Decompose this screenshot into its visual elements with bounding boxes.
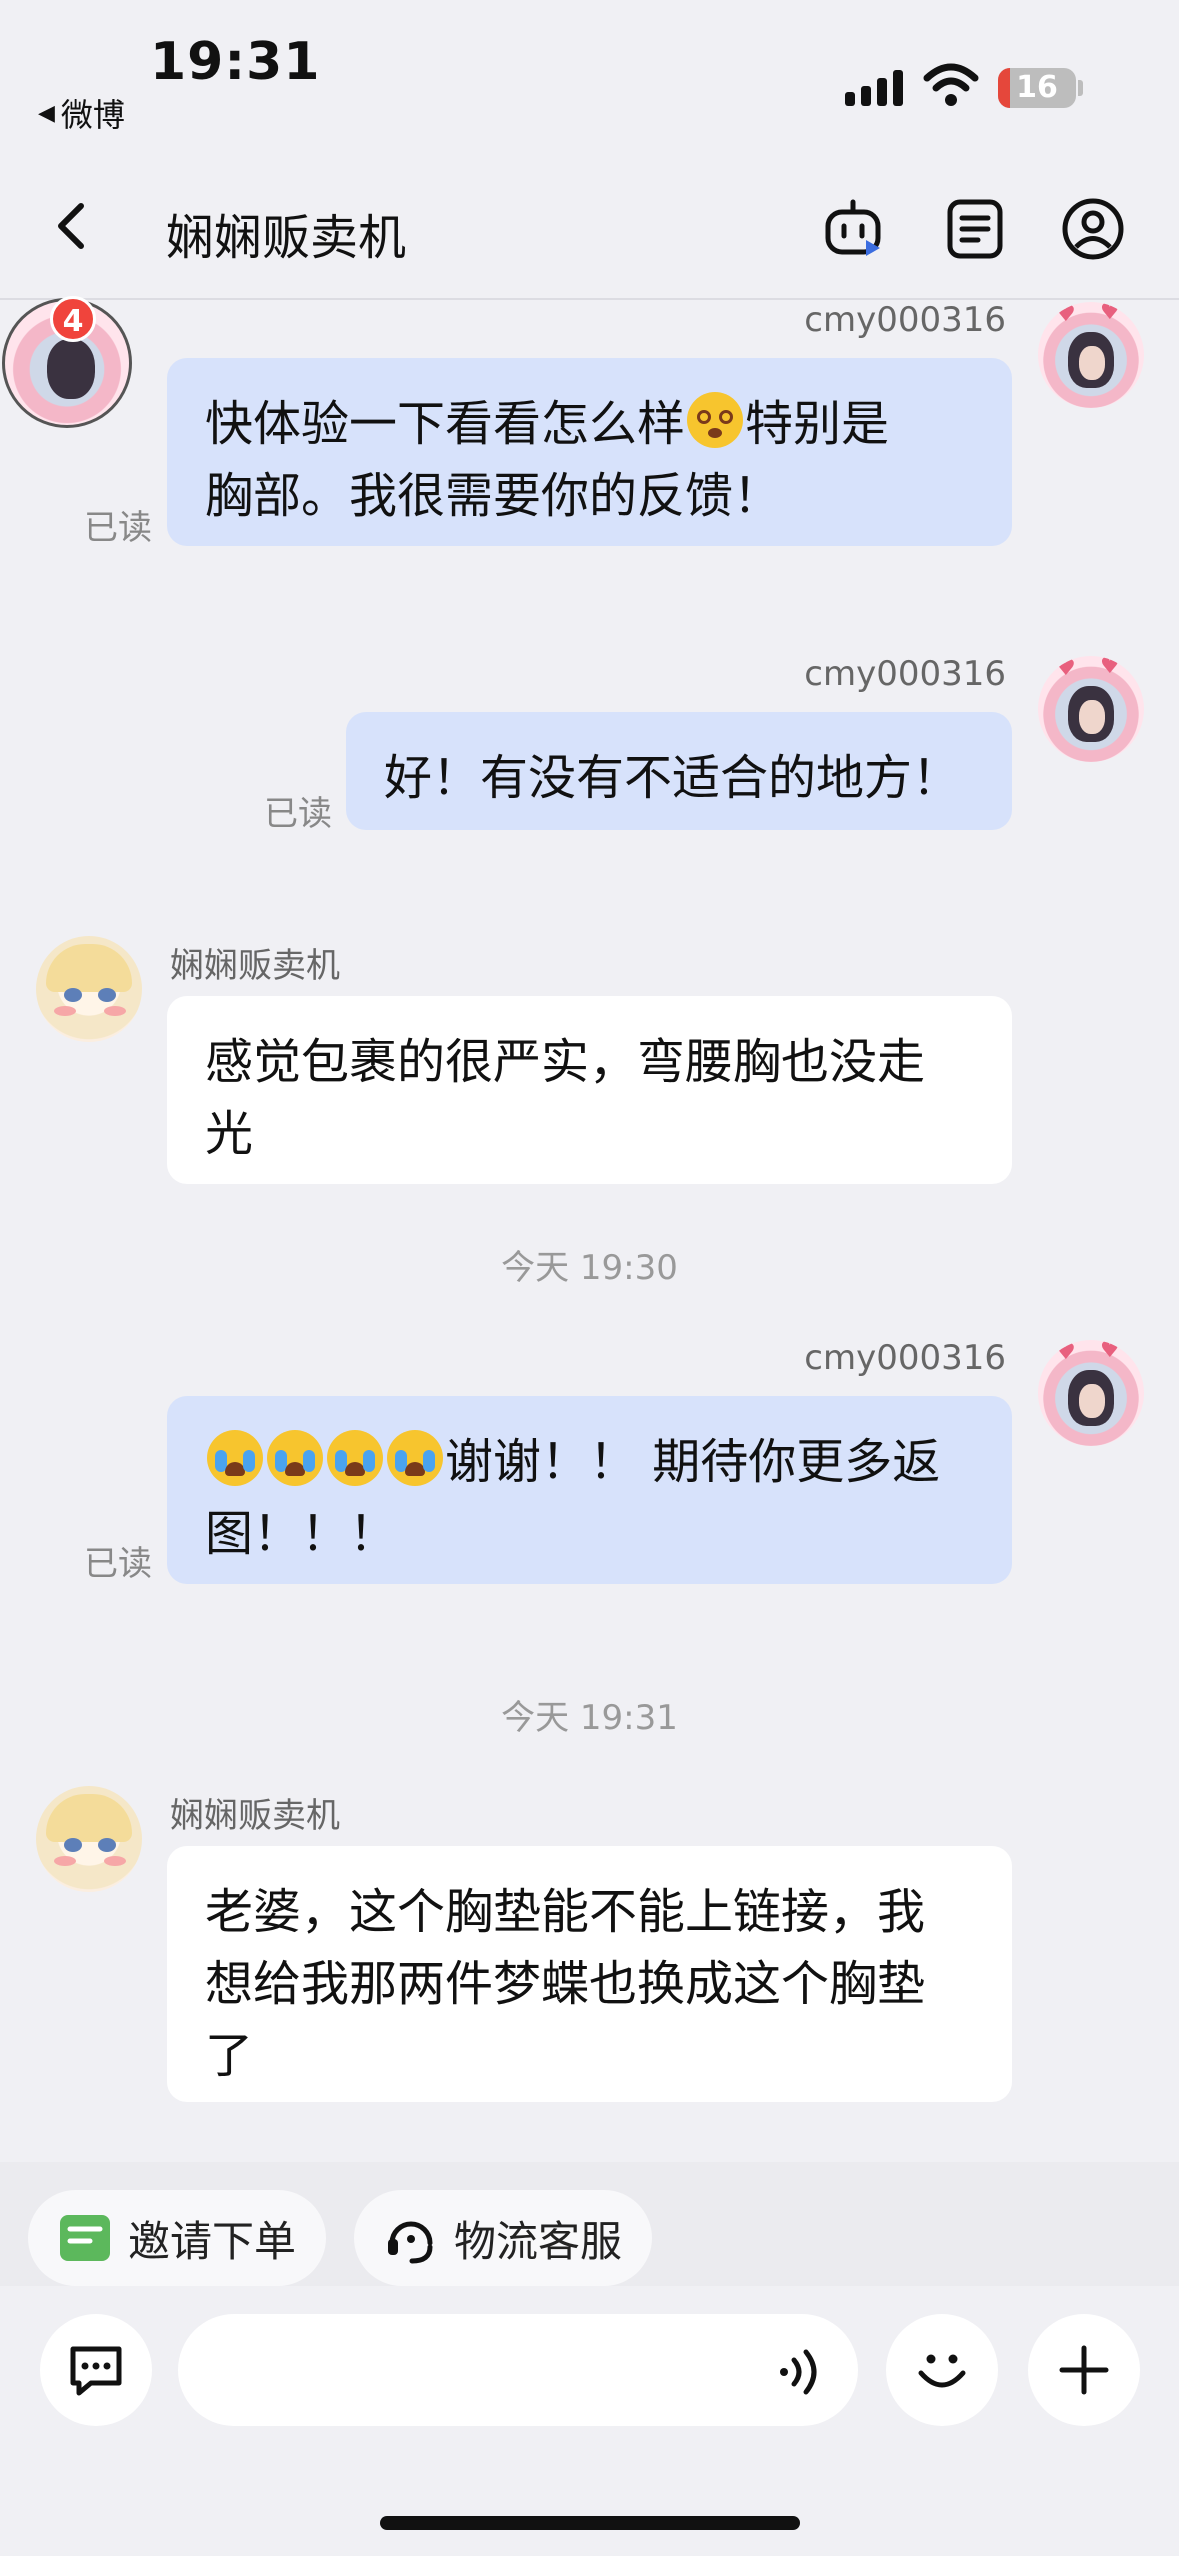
cellular-signal-icon xyxy=(845,66,903,106)
message-bubble[interactable]: 老婆，这个胸垫能不能上链接，我 想给我那两件梦蝶也换成这个胸垫 了 xyxy=(167,1846,1012,2102)
crying-face-emoji-icon xyxy=(387,1430,443,1486)
message-list[interactable]: cmy000316 ♥ ♥ 快体验一下看看怎么样 特别是 胸部。我很需要你的反馈！ … xyxy=(0,300,1179,2162)
order-invite-icon xyxy=(60,2215,110,2261)
sender-name: 娴娴贩卖机 xyxy=(170,1796,340,1836)
self-avatar[interactable]: ♥ ♥ xyxy=(1038,1340,1144,1446)
voice-icon[interactable] xyxy=(774,2346,826,2398)
self-avatar[interactable]: ♥ ♥ xyxy=(1038,302,1144,408)
chip-label: 物流客服 xyxy=(454,2216,623,2266)
read-status: 已读 xyxy=(264,794,332,834)
sender-name: cmy000316 xyxy=(804,654,1006,694)
chat-header: 娴娴贩卖机 xyxy=(0,150,1179,300)
message-line: 光 xyxy=(205,1106,254,1162)
self-avatar[interactable]: ♥ ♥ xyxy=(1038,656,1144,762)
profile-icon[interactable] xyxy=(1060,196,1126,262)
message-bubble[interactable]: 好！有没有不适合的地方！ xyxy=(346,712,1012,830)
message-bubble[interactable]: 谢谢！！ 期待你更多返 图！！！ xyxy=(167,1396,1012,1584)
chip-label: 邀请下单 xyxy=(128,2216,297,2266)
message-line: 感觉包裹的很严实，弯腰胸也没走 xyxy=(205,1034,926,1090)
message-text: 快体验一下看看怎么样 xyxy=(205,396,686,452)
read-status: 已读 xyxy=(84,508,152,548)
dizzy-face-emoji-icon xyxy=(687,392,744,448)
plus-icon xyxy=(1059,2345,1109,2395)
message-text: 特别是 xyxy=(745,396,890,452)
invite-order-button[interactable]: 邀请下单 xyxy=(28,2190,327,2286)
battery-tip xyxy=(1078,80,1083,96)
message-bubble[interactable]: 快体验一下看看怎么样 特别是 胸部。我很需要你的反馈！ xyxy=(167,358,1012,546)
other-avatar[interactable] xyxy=(36,936,142,1042)
quick-action-bar: 邀请下单 物流客服 xyxy=(0,2162,1179,2286)
message-text: 谢谢！！ 期待你更多返 xyxy=(445,1434,941,1490)
message-mode-button[interactable] xyxy=(40,2314,152,2426)
robot-icon[interactable] xyxy=(820,196,886,262)
status-time: 19:31 xyxy=(150,32,321,92)
timestamp: 今天 19:31 xyxy=(501,1698,678,1738)
back-to-app-link[interactable]: ◀ 微博 xyxy=(38,90,125,136)
chevron-left-icon[interactable] xyxy=(45,198,101,254)
message-text: 好！有没有不适合的地方！ xyxy=(384,750,961,806)
message-line: 胸部。我很需要你的反馈！ xyxy=(205,468,782,524)
battery-icon: 16 xyxy=(998,68,1076,108)
emoji-button[interactable] xyxy=(886,2314,998,2426)
read-status: 已读 xyxy=(84,1544,152,1584)
add-button[interactable] xyxy=(1028,2314,1140,2426)
message-line: 快体验一下看看怎么样 特别是 xyxy=(205,388,974,460)
message-line: 想给我那两件梦蝶也换成这个胸垫 xyxy=(205,1956,926,2012)
logistics-service-button[interactable]: 物流客服 xyxy=(354,2190,653,2286)
headset-icon xyxy=(388,2221,433,2264)
chat-title: 娴娴贩卖机 xyxy=(166,210,407,266)
smile-icon xyxy=(918,2354,966,2388)
status-bar: 19:31 ◀ 微博 16 xyxy=(0,0,1179,150)
message-line: 了 xyxy=(205,2028,254,2084)
message-bubble[interactable]: 感觉包裹的很严实，弯腰胸也没走 光 xyxy=(167,996,1012,1184)
sender-name: 娴娴贩卖机 xyxy=(170,946,340,986)
chat-bubble-icon xyxy=(70,2346,122,2396)
notes-icon[interactable] xyxy=(942,196,1008,262)
crying-face-emoji-icon xyxy=(267,1430,323,1486)
crying-face-emoji-icon xyxy=(207,1430,263,1486)
message-line: 谢谢！！ 期待你更多返 xyxy=(205,1426,974,1498)
sender-name: cmy000316 xyxy=(804,300,1006,340)
crying-face-emoji-icon xyxy=(327,1430,383,1486)
message-line: 老婆，这个胸垫能不能上链接，我 xyxy=(205,1884,926,1940)
back-triangle-icon: ◀ xyxy=(38,100,55,126)
other-avatar[interactable] xyxy=(36,1786,142,1892)
sender-name: cmy000316 xyxy=(804,1338,1006,1378)
battery-level: 16 xyxy=(1016,70,1058,105)
message-input[interactable] xyxy=(178,2314,858,2426)
message-line: 图！！！ xyxy=(205,1506,398,1562)
wifi-icon xyxy=(923,63,979,106)
back-app-label: 微博 xyxy=(60,96,125,134)
home-indicator[interactable] xyxy=(380,2516,800,2530)
timestamp: 今天 19:30 xyxy=(501,1248,678,1288)
